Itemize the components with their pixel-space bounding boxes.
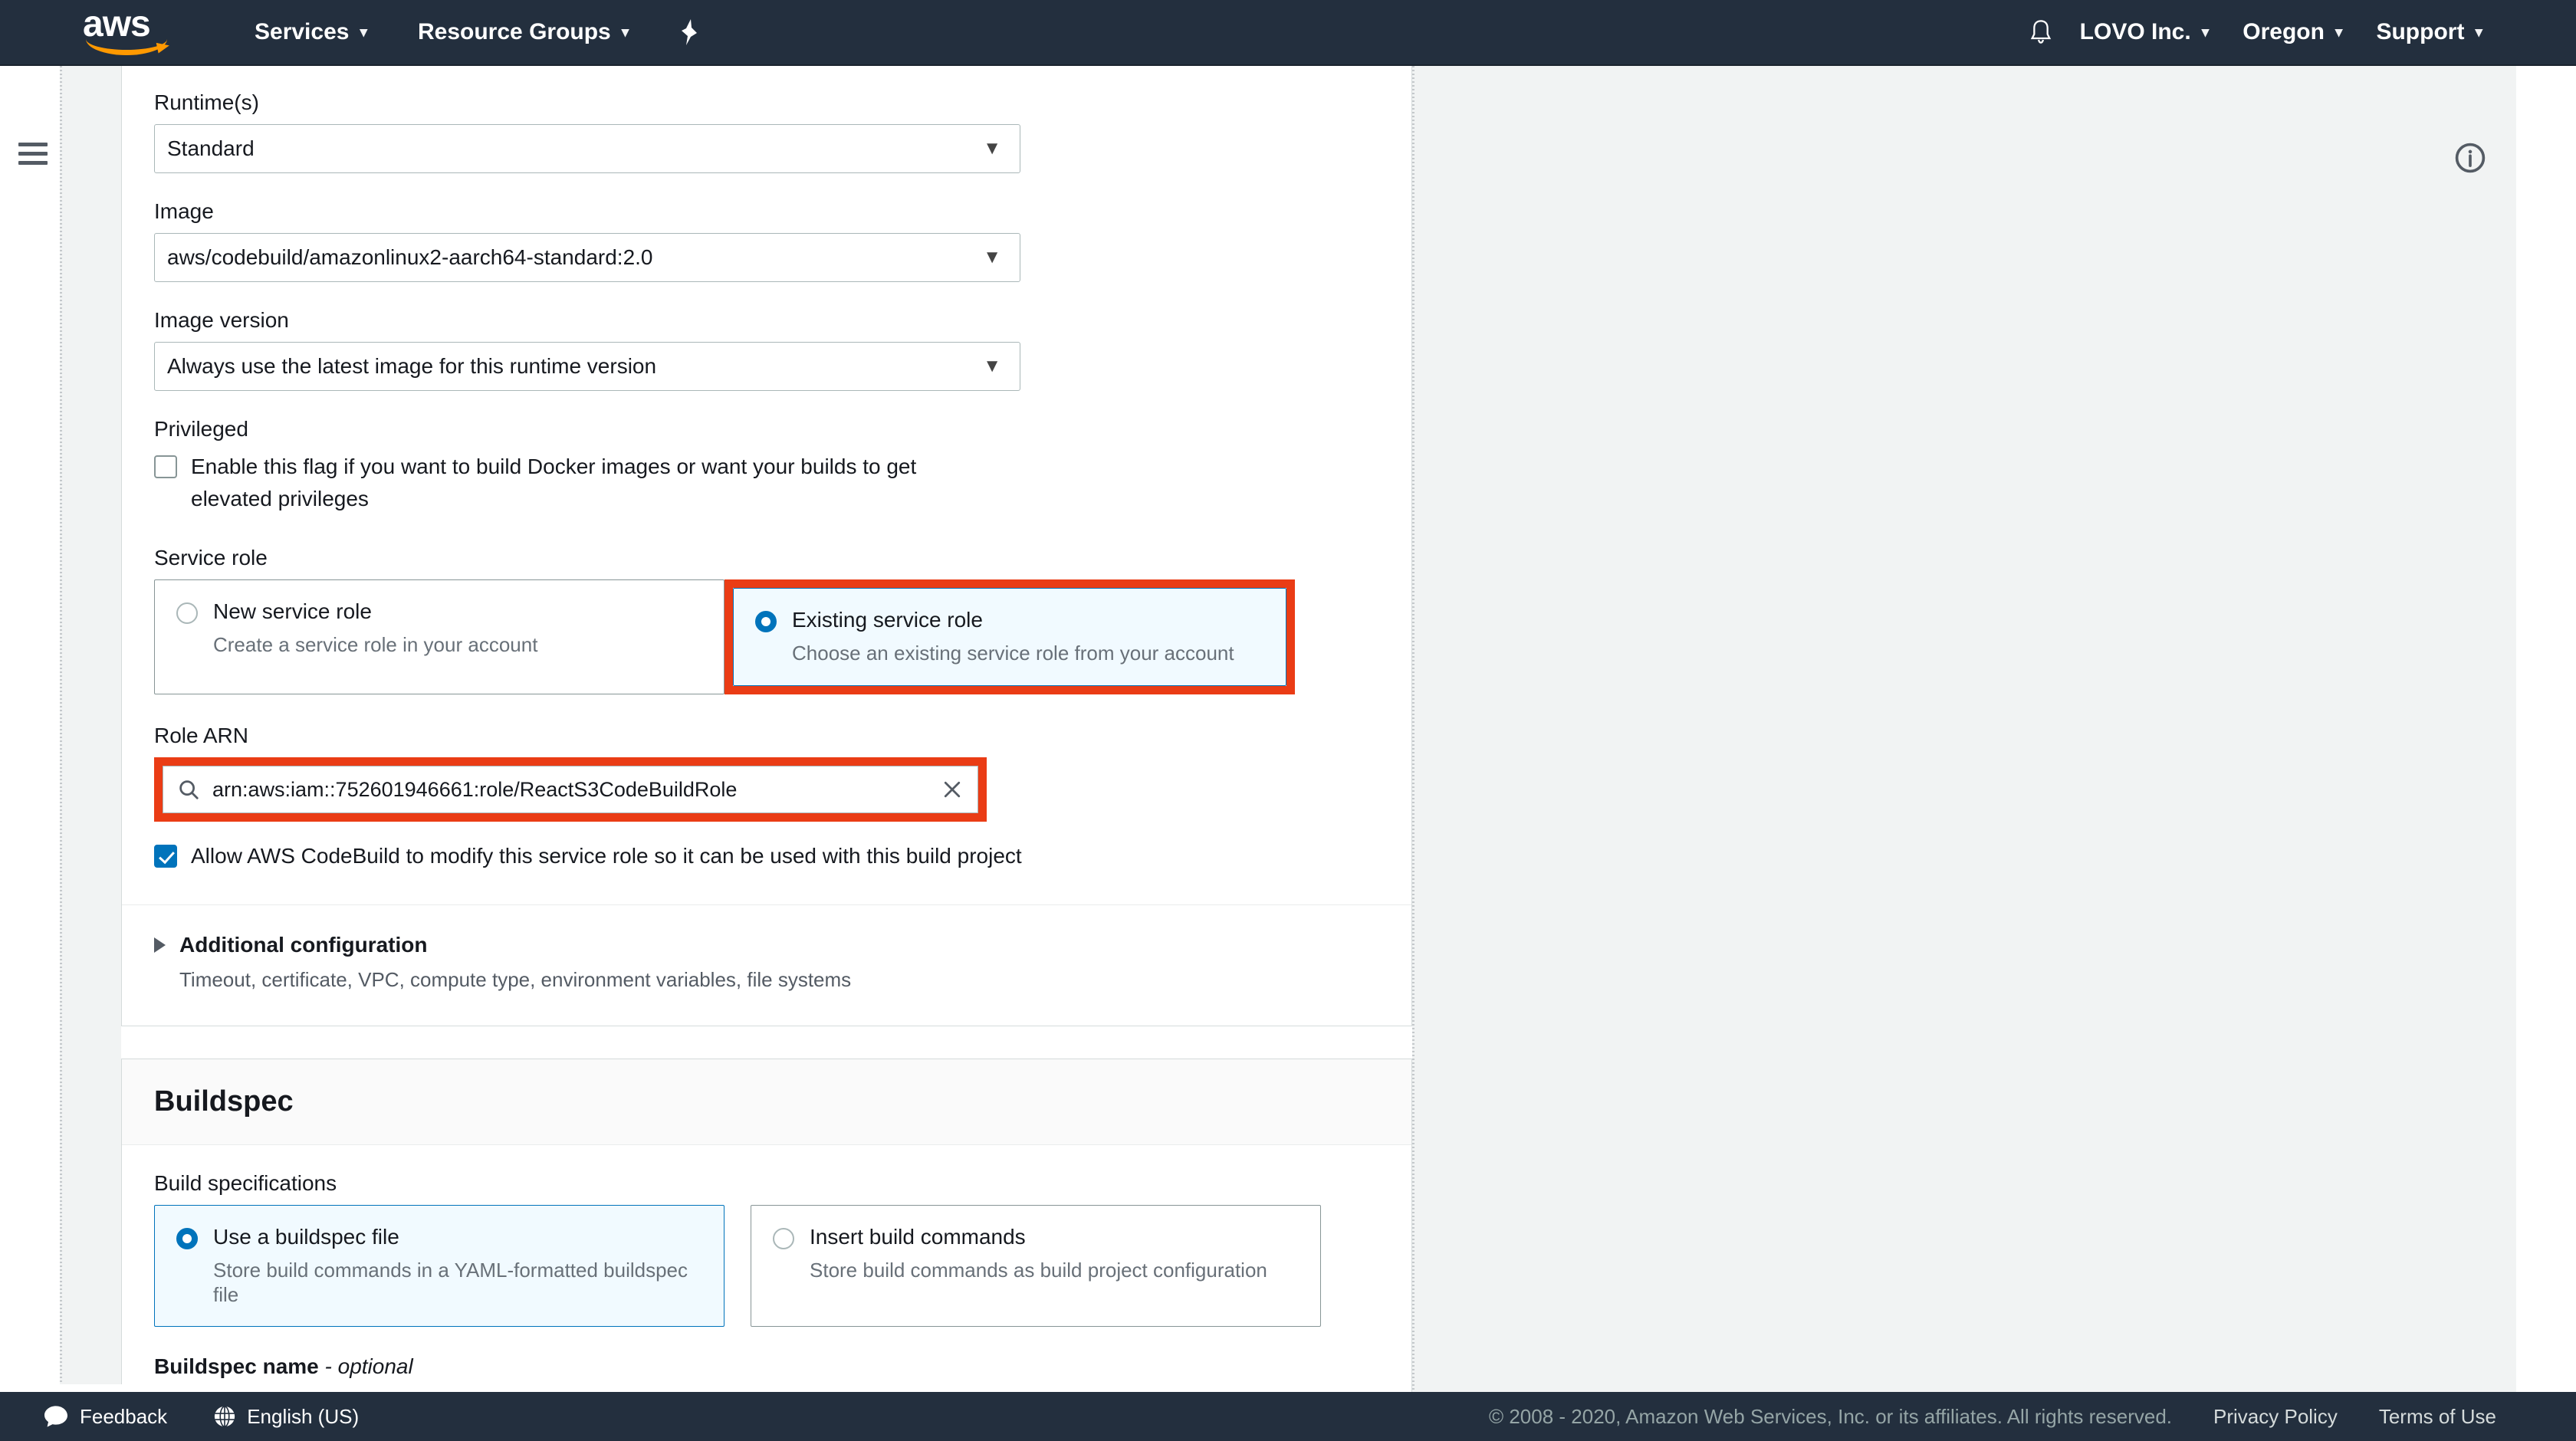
- top-navigation-bar: aws Services ▾ Resource Groups ▾ LOVO In…: [0, 0, 2576, 66]
- additional-configuration-subtitle: Timeout, certificate, VPC, compute type,…: [179, 968, 852, 991]
- language-label: English (US): [247, 1404, 360, 1428]
- panel-bottom-edge: [60, 1384, 192, 1392]
- feedback-link[interactable]: Feedback: [43, 1405, 167, 1429]
- nav-account-label: LOVO Inc.: [2079, 19, 2191, 44]
- chevron-down-icon: ▼: [983, 247, 1001, 268]
- chevron-down-icon: ▾: [2334, 24, 2343, 41]
- additional-configuration-header[interactable]: Additional configuration: [154, 933, 1379, 957]
- service-role-option-existing[interactable]: Existing service role Choose an existing…: [733, 588, 1286, 686]
- runtime-select[interactable]: Standard ▼: [154, 124, 1020, 173]
- allow-modify-label: Allow AWS CodeBuild to modify this servi…: [191, 844, 1022, 868]
- buildspec-card: Buildspec Build specifications Use a bui…: [121, 1059, 1412, 1392]
- nav-services[interactable]: Services ▾: [238, 0, 384, 65]
- buildspec-option-use-file-title: Use a buildspec file: [213, 1225, 399, 1249]
- hamburger-menu-icon[interactable]: [18, 143, 48, 165]
- highlight-box-existing-service-role: Existing service role Choose an existing…: [724, 579, 1295, 694]
- chevron-down-icon: ▾: [2475, 24, 2482, 41]
- notifications-bell-icon[interactable]: [2019, 0, 2063, 65]
- allow-modify-checkbox[interactable]: [154, 845, 177, 868]
- nav-services-label: Services: [255, 19, 350, 44]
- language-selector[interactable]: English (US): [213, 1405, 359, 1429]
- chevron-down-icon: ▾: [2201, 24, 2210, 41]
- buildspec-option-use-file-desc: Store build commands in a YAML-formatted…: [213, 1258, 688, 1307]
- main-content-scroll-area: Runtime(s) Standard ▼ Image aws/codebuil…: [60, 66, 2516, 1392]
- image-version-selected-value: Always use the latest image for this run…: [167, 354, 657, 378]
- service-role-option-new[interactable]: New service role Create a service role i…: [154, 579, 724, 694]
- buildspec-card-header: Buildspec: [122, 1059, 1411, 1145]
- runtime-selected-value: Standard: [167, 136, 255, 160]
- role-arn-value: arn:aws:iam::752601946661:role/ReactS3Co…: [212, 777, 738, 801]
- chevron-right-icon: [154, 937, 166, 953]
- form-panel: Runtime(s) Standard ▼ Image aws/codebuil…: [121, 66, 1414, 1392]
- service-role-tile-group: New service role Create a service role i…: [154, 579, 1379, 694]
- buildspec-heading: Buildspec: [154, 1085, 294, 1118]
- buildspec-name-optional: - optional: [324, 1354, 413, 1378]
- highlight-box-role-arn: arn:aws:iam::752601946661:role/ReactS3Co…: [154, 757, 987, 822]
- additional-configuration-title: Additional configuration: [179, 933, 428, 957]
- image-version-select[interactable]: Always use the latest image for this run…: [154, 342, 1020, 391]
- footer-right-group: © 2008 - 2020, Amazon Web Services, Inc.…: [1489, 1405, 2496, 1429]
- nav-right-group: LOVO Inc. ▾ Oregon ▾ Support ▾: [2019, 0, 2576, 65]
- clear-x-icon[interactable]: [941, 778, 964, 801]
- service-role-label: Service role: [154, 546, 268, 570]
- globe-icon: [213, 1405, 236, 1428]
- privileged-checkbox[interactable]: [154, 455, 177, 478]
- left-rail: [0, 66, 60, 1441]
- chevron-down-icon: ▼: [983, 138, 1001, 159]
- info-circle-icon[interactable]: [2453, 141, 2487, 179]
- nav-support-label: Support: [2376, 19, 2465, 44]
- image-label: Image: [154, 199, 214, 223]
- role-arn-input[interactable]: arn:aws:iam::752601946661:role/ReactS3Co…: [163, 766, 978, 813]
- image-selected-value: aws/codebuild/amazonlinux2-aarch64-stand…: [167, 245, 653, 269]
- buildspec-name-label: Buildspec name: [154, 1354, 319, 1378]
- page-footer: Feedback English (US) © 2008 - 2020, Ama…: [0, 1392, 2576, 1441]
- service-role-option-new-title: New service role: [213, 599, 372, 623]
- aws-logo[interactable]: aws: [83, 4, 173, 55]
- privileged-checkbox-row[interactable]: Enable this flag if you want to build Do…: [154, 451, 1379, 515]
- radio-icon[interactable]: [176, 602, 198, 624]
- buildspec-option-insert-commands-desc: Store build commands as build project co…: [810, 1258, 1267, 1282]
- runtime-label: Runtime(s): [154, 90, 259, 114]
- nav-resource-groups-label: Resource Groups: [418, 19, 611, 44]
- allow-modify-checkbox-row[interactable]: Allow AWS CodeBuild to modify this servi…: [154, 840, 1379, 872]
- image-version-label: Image version: [154, 308, 289, 332]
- aws-smile-icon: [86, 38, 167, 55]
- build-specifications-tile-group: Use a buildspec file Store build command…: [154, 1205, 1379, 1327]
- pin-icon[interactable]: [662, 0, 716, 65]
- service-role-option-existing-title: Existing service role: [792, 608, 983, 632]
- chevron-down-icon: ▼: [983, 356, 1001, 376]
- feedback-label: Feedback: [80, 1404, 168, 1428]
- role-arn-label: Role ARN: [154, 724, 248, 747]
- service-role-option-existing-desc: Choose an existing service role from you…: [792, 641, 1234, 665]
- nav-support[interactable]: Support ▾: [2359, 0, 2499, 65]
- copyright-text: © 2008 - 2020, Amazon Web Services, Inc.…: [1488, 1404, 2173, 1428]
- nav-region-label: Oregon: [2242, 19, 2325, 44]
- privacy-policy-link[interactable]: Privacy Policy: [2213, 1405, 2338, 1429]
- privileged-checkbox-label: Enable this flag if you want to build Do…: [191, 455, 917, 510]
- nav-account-lovo-inc[interactable]: LOVO Inc. ▾: [2063, 0, 2226, 65]
- speech-bubble-icon: [43, 1405, 69, 1428]
- aws-wordmark: aws: [83, 4, 151, 44]
- nav-resource-groups[interactable]: Resource Groups ▾: [401, 0, 646, 65]
- nav-region-oregon[interactable]: Oregon ▾: [2226, 0, 2359, 65]
- buildspec-option-insert-commands[interactable]: Insert build commands Store build comman…: [751, 1205, 1321, 1327]
- radio-icon[interactable]: [773, 1228, 794, 1249]
- buildspec-option-use-file[interactable]: Use a buildspec file Store build command…: [154, 1205, 724, 1327]
- pin-glyph: [682, 19, 698, 45]
- radio-icon-selected[interactable]: [176, 1228, 198, 1249]
- search-icon: [179, 780, 199, 799]
- chevron-down-icon: ▾: [621, 24, 629, 41]
- chevron-down-icon: ▾: [360, 24, 367, 41]
- additional-configuration-expander[interactable]: Additional configuration Timeout, certif…: [122, 905, 1411, 1026]
- privileged-label: Privileged: [154, 417, 248, 441]
- buildspec-option-insert-commands-title: Insert build commands: [810, 1225, 1026, 1249]
- buildspec-name-label-row: Buildspec name - optional: [154, 1354, 1379, 1379]
- image-select[interactable]: aws/codebuild/amazonlinux2-aarch64-stand…: [154, 233, 1020, 282]
- radio-icon-selected[interactable]: [755, 611, 777, 632]
- service-role-option-new-desc: Create a service role in your account: [213, 632, 538, 656]
- build-specifications-label: Build specifications: [154, 1171, 337, 1195]
- terms-of-use-link[interactable]: Terms of Use: [2379, 1405, 2496, 1429]
- environment-card: Runtime(s) Standard ▼ Image aws/codebuil…: [121, 66, 1412, 1026]
